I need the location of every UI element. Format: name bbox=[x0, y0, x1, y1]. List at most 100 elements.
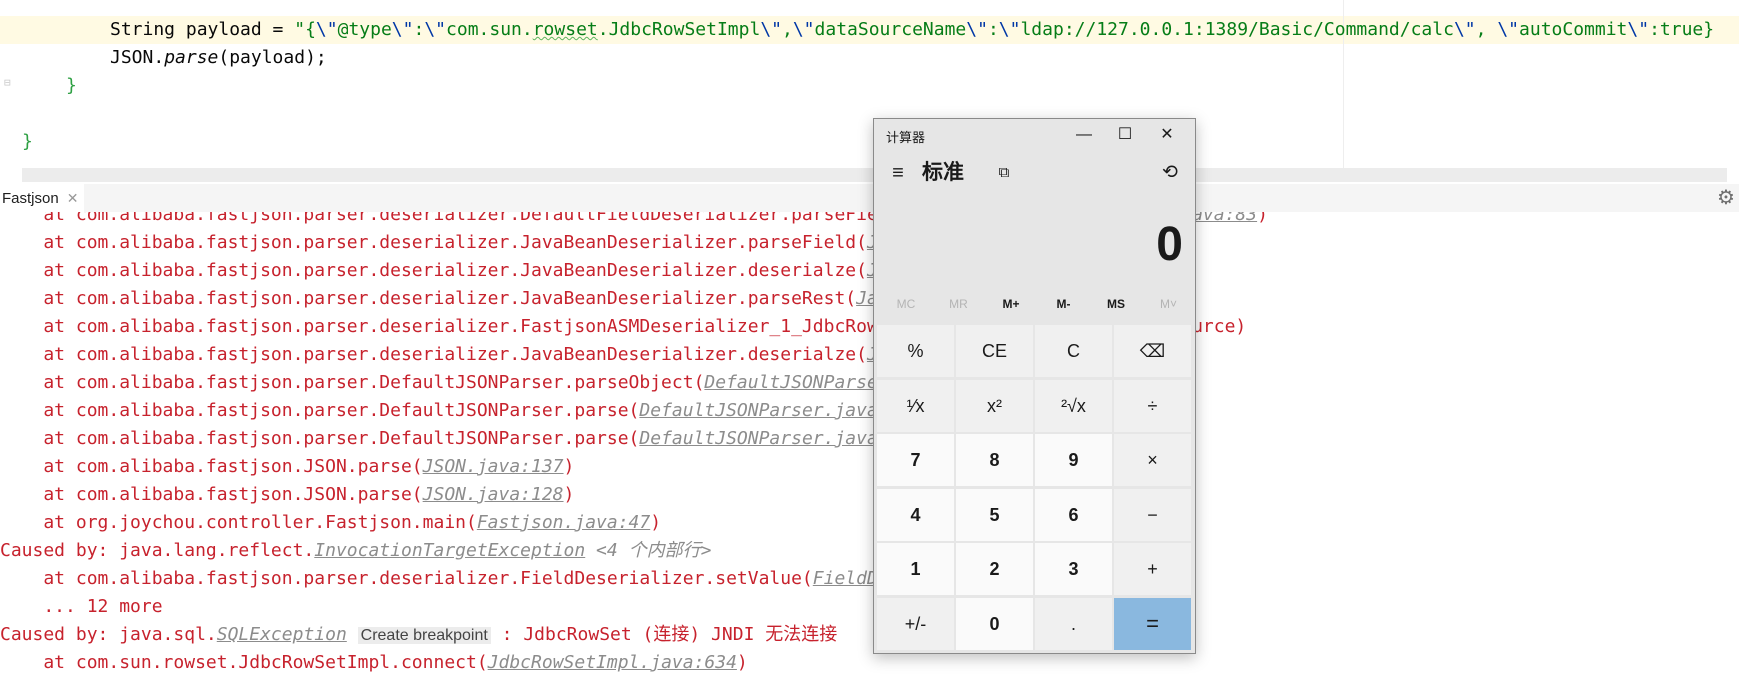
console-text: at com.alibaba.fastjson.parser.deseriali… bbox=[0, 260, 867, 281]
calculator-window[interactable]: 计算器 — ☐ ✕ ≡ 标准 ⧉ ⟲ 0 MC MR M+ M- MS M˅ % CE C ⌫ ¹… bbox=[873, 118, 1196, 654]
source-link[interactable]: JSON.java:137 bbox=[423, 456, 564, 477]
calc-key[interactable]: C bbox=[1035, 325, 1112, 377]
gear-icon[interactable]: ⚙ bbox=[1717, 187, 1739, 209]
console-line-more: ... 12 more bbox=[0, 596, 163, 617]
calc-key[interactable]: CE bbox=[956, 325, 1033, 377]
calc-key[interactable]: = bbox=[1114, 597, 1191, 650]
typo-squiggle-token: rowset bbox=[532, 19, 598, 40]
calc-key[interactable]: +/- bbox=[877, 597, 954, 650]
code-token: com.sun. bbox=[446, 19, 533, 40]
code-token: : bbox=[413, 19, 425, 40]
calc-key[interactable]: × bbox=[1114, 434, 1191, 486]
source-link[interactable]: JdbcRowSetImpl.java:634 bbox=[488, 652, 737, 673]
close-icon[interactable]: ✕ bbox=[1147, 123, 1187, 147]
calc-key[interactable]: ⌫ bbox=[1114, 325, 1191, 377]
calc-key[interactable]: 0 bbox=[956, 597, 1033, 650]
calc-key[interactable]: 9 bbox=[1035, 434, 1112, 486]
console-text: at com.alibaba.fastjson.parser.DefaultJS… bbox=[0, 428, 640, 449]
create-breakpoint-button[interactable]: Create breakpoint bbox=[357, 627, 491, 644]
console-text: at com.sun.rowset.JdbcRowSetImpl.connect… bbox=[0, 652, 488, 673]
console-text: at com.alibaba.fastjson.parser.DefaultJS… bbox=[0, 372, 705, 393]
console-stack-line: at com.alibaba.fastjson.JSON.parse(JSON.… bbox=[0, 481, 574, 509]
console-output[interactable]: at com.alibaba.fastjson.parser.deseriali… bbox=[0, 212, 1739, 674]
calc-key[interactable]: . bbox=[1035, 597, 1112, 650]
console-text: at com.alibaba.fastjson.parser.deseriali… bbox=[0, 232, 867, 253]
close-icon[interactable]: ✕ bbox=[67, 190, 79, 206]
calc-key[interactable]: 8 bbox=[956, 434, 1033, 486]
code-token: .JdbcRowSetImpl bbox=[597, 19, 761, 40]
code-token: "{ bbox=[294, 19, 316, 40]
code-token: , bbox=[782, 19, 793, 40]
calculator-titlebar[interactable]: 计算器 — ☐ ✕ bbox=[874, 119, 1195, 151]
calc-key[interactable]: ÷ bbox=[1114, 379, 1191, 432]
console-text: ) bbox=[563, 484, 575, 505]
console-text: at com.alibaba.fastjson.parser.deseriali… bbox=[0, 344, 867, 365]
console-line-last: at com.sun.rowset.JdbcRowSetImpl.connect… bbox=[0, 649, 747, 674]
source-link[interactable]: JSON.java:128 bbox=[423, 484, 564, 505]
calc-key[interactable]: 1 bbox=[877, 543, 954, 595]
code-token: : bbox=[987, 19, 999, 40]
calc-key[interactable]: ²√x bbox=[1035, 379, 1112, 432]
fold-marker-icon[interactable]: ⊟ bbox=[4, 76, 18, 90]
code-token: \" bbox=[1453, 19, 1476, 40]
calc-key[interactable]: 5 bbox=[956, 488, 1033, 541]
calc-key[interactable]: 7 bbox=[877, 434, 954, 486]
console-stack-line: at com.alibaba.fastjson.parser.DefaultJS… bbox=[0, 369, 997, 397]
code-brace-inner[interactable]: } bbox=[66, 72, 77, 100]
code-token: String payload = bbox=[110, 19, 295, 40]
code-token: dataSourceName bbox=[814, 19, 967, 40]
source-link[interactable]: Fastjson.java:47 bbox=[477, 512, 650, 533]
code-line-parse[interactable]: JSON.parse(payload); bbox=[110, 44, 327, 72]
code-brace-outer[interactable]: } bbox=[22, 128, 33, 156]
calc-key[interactable]: % bbox=[877, 325, 954, 377]
calc-key[interactable]: 3 bbox=[1035, 543, 1112, 595]
code-token: :true} bbox=[1649, 19, 1715, 40]
calc-key[interactable]: 2 bbox=[956, 543, 1033, 595]
code-token: JSON. bbox=[110, 47, 165, 68]
internal-lines-toggle[interactable]: <4 个内部行> bbox=[585, 540, 711, 561]
calc-key[interactable]: ¹⁄x bbox=[877, 379, 954, 432]
calc-key[interactable]: x² bbox=[956, 379, 1033, 432]
code-line-payload[interactable]: String payload = "{\"@type\":\"com.sun.r… bbox=[110, 16, 1714, 44]
exception-link[interactable]: InvocationTargetException bbox=[314, 540, 585, 561]
code-token: \" bbox=[998, 19, 1021, 40]
code-editor[interactable]: ⊟ String payload = "{\"@type\":\"com.sun… bbox=[0, 0, 1739, 182]
exception-link[interactable]: SQLException bbox=[217, 624, 347, 645]
console-line-caused1: Caused by: java.lang.reflect.InvocationT… bbox=[0, 537, 711, 565]
tab-fastjson[interactable]: Fastjson ✕ bbox=[0, 184, 85, 214]
history-icon[interactable]: ⟲ bbox=[1156, 159, 1184, 187]
calc-key[interactable]: 6 bbox=[1035, 488, 1112, 541]
memory-button[interactable]: M+ bbox=[985, 290, 1037, 318]
code-token: \" bbox=[315, 19, 338, 40]
code-token: autoCommit bbox=[1519, 19, 1628, 40]
console-stack-line: at com.alibaba.fastjson.JSON.parse(JSON.… bbox=[0, 453, 574, 481]
keep-on-top-icon[interactable]: ⧉ bbox=[992, 161, 1016, 185]
hamburger-menu-icon[interactable]: ≡ bbox=[884, 159, 912, 187]
memory-button[interactable]: MS bbox=[1090, 290, 1142, 318]
run-toolbar: Fastjson ✕ ⚙ bbox=[0, 184, 1739, 214]
memory-button: MC bbox=[896, 297, 916, 311]
console-text: at com.alibaba.fastjson.parser.deseriali… bbox=[0, 288, 857, 309]
code-token: , bbox=[1475, 19, 1498, 40]
console-line-caused2: Caused by: java.sql.SQLException Create … bbox=[0, 621, 837, 649]
calc-key[interactable]: − bbox=[1114, 488, 1191, 541]
memory-button[interactable]: M- bbox=[1038, 290, 1090, 318]
console-stack-line: at com.alibaba.fastjson.parser.DefaultJS… bbox=[0, 397, 943, 425]
code-token: \" bbox=[1627, 19, 1650, 40]
console-text: ) bbox=[1257, 212, 1268, 225]
calc-key[interactable]: 4 bbox=[877, 488, 954, 541]
code-token: @type bbox=[337, 19, 392, 40]
code-token: \" bbox=[391, 19, 414, 40]
console-text: Caused by: java.sql. bbox=[0, 624, 217, 645]
mode-title: 标准 bbox=[922, 161, 964, 184]
console-text: Caused by: java.lang.reflect. bbox=[0, 540, 315, 561]
console-stack-line: at org.joychou.controller.Fastjson.main(… bbox=[0, 509, 661, 537]
code-token: \" bbox=[792, 19, 815, 40]
calc-key[interactable]: + bbox=[1114, 543, 1191, 595]
code-token: \" bbox=[966, 19, 988, 40]
code-token: ldap://127.0.0.1:1389/Basic/Command/calc bbox=[1020, 19, 1454, 40]
window-title: 计算器 bbox=[886, 130, 926, 145]
console-text: at com.alibaba.fastjson.JSON.parse( bbox=[0, 456, 423, 477]
maximize-icon[interactable]: ☐ bbox=[1105, 123, 1145, 147]
minimize-icon[interactable]: — bbox=[1064, 123, 1104, 147]
